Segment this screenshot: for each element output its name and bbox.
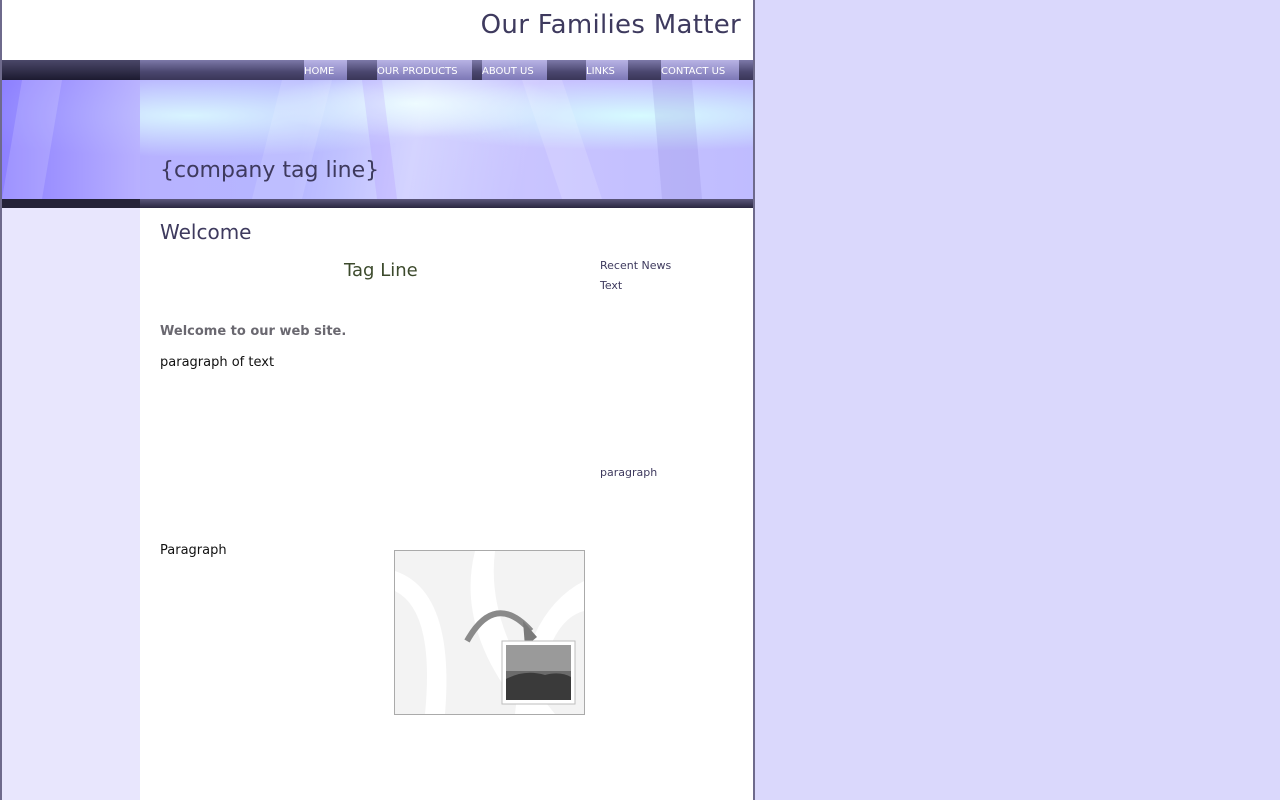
nav-about-us[interactable]: ABOUT US [482,60,547,80]
banner-bottom-left [2,199,140,208]
paragraph-heading: Paragraph [160,543,227,558]
header-banner: {company tag line} [2,80,753,199]
nav-label: LINKS [586,66,615,77]
tag-line-heading: Tag Line [344,260,418,281]
left-column [2,208,140,800]
banner-bottom-bar [2,199,753,208]
nav-contact-us[interactable]: CONTACT US [661,60,739,80]
nav-our-products[interactable]: OUR PRODUCTS [377,60,472,80]
recent-news-text: Text [600,279,623,292]
image-placeholder-icon [395,551,584,714]
company-tagline: {company tag line} [160,158,380,183]
nav-links[interactable]: LINKS [586,60,628,80]
nav-label: OUR PRODUCTS [377,66,458,77]
nav-bar: HOME OUR PRODUCTS ABOUT US LINKS CONTACT… [2,60,753,80]
nav-label: ABOUT US [482,66,534,77]
image-placeholder[interactable] [394,550,585,715]
nav-label: CONTACT US [661,66,726,77]
nav-left-block [2,60,140,80]
recent-news-heading: Recent News [600,259,672,272]
paragraph-text: paragraph of text [160,355,275,370]
site-title: Our Families Matter [480,10,741,40]
page-title: Welcome [160,220,252,244]
recent-news-paragraph: paragraph [600,466,658,479]
page-container: Our Families Matter HOME OUR PRODUCTS AB… [0,0,755,800]
nav-home[interactable]: HOME [304,60,347,80]
welcome-text: Welcome to our web site. [160,324,347,339]
nav-label: HOME [304,66,335,77]
